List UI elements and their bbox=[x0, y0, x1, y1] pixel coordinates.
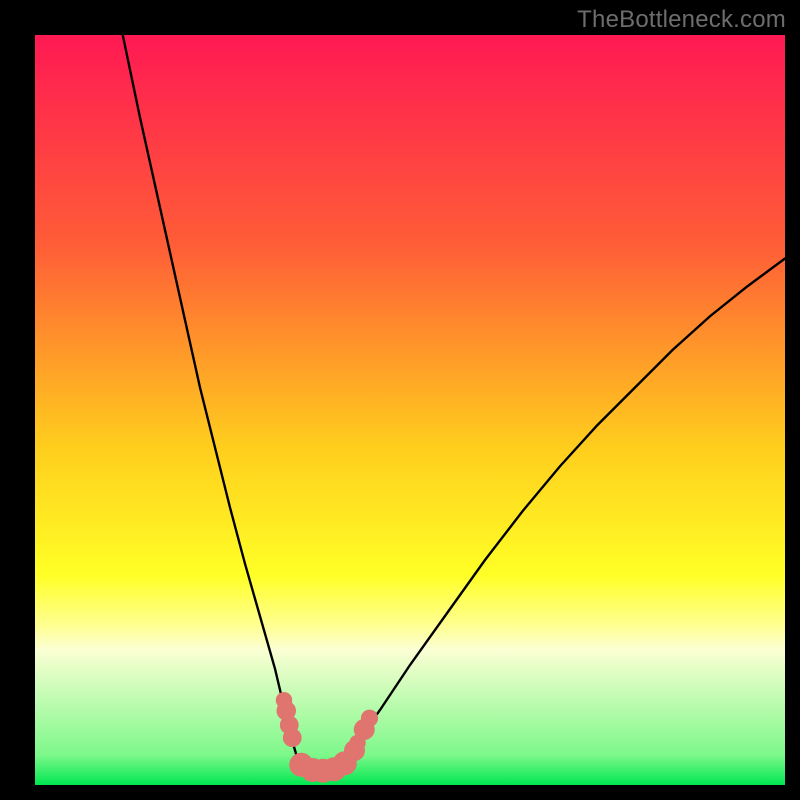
watermark-text: TheBottleneck.com bbox=[577, 6, 786, 34]
marker-dot bbox=[361, 710, 378, 727]
marker-dot bbox=[283, 728, 302, 747]
plot-area bbox=[35, 35, 785, 785]
chart-frame: TheBottleneck.com bbox=[0, 0, 800, 800]
chart-svg bbox=[35, 35, 785, 785]
